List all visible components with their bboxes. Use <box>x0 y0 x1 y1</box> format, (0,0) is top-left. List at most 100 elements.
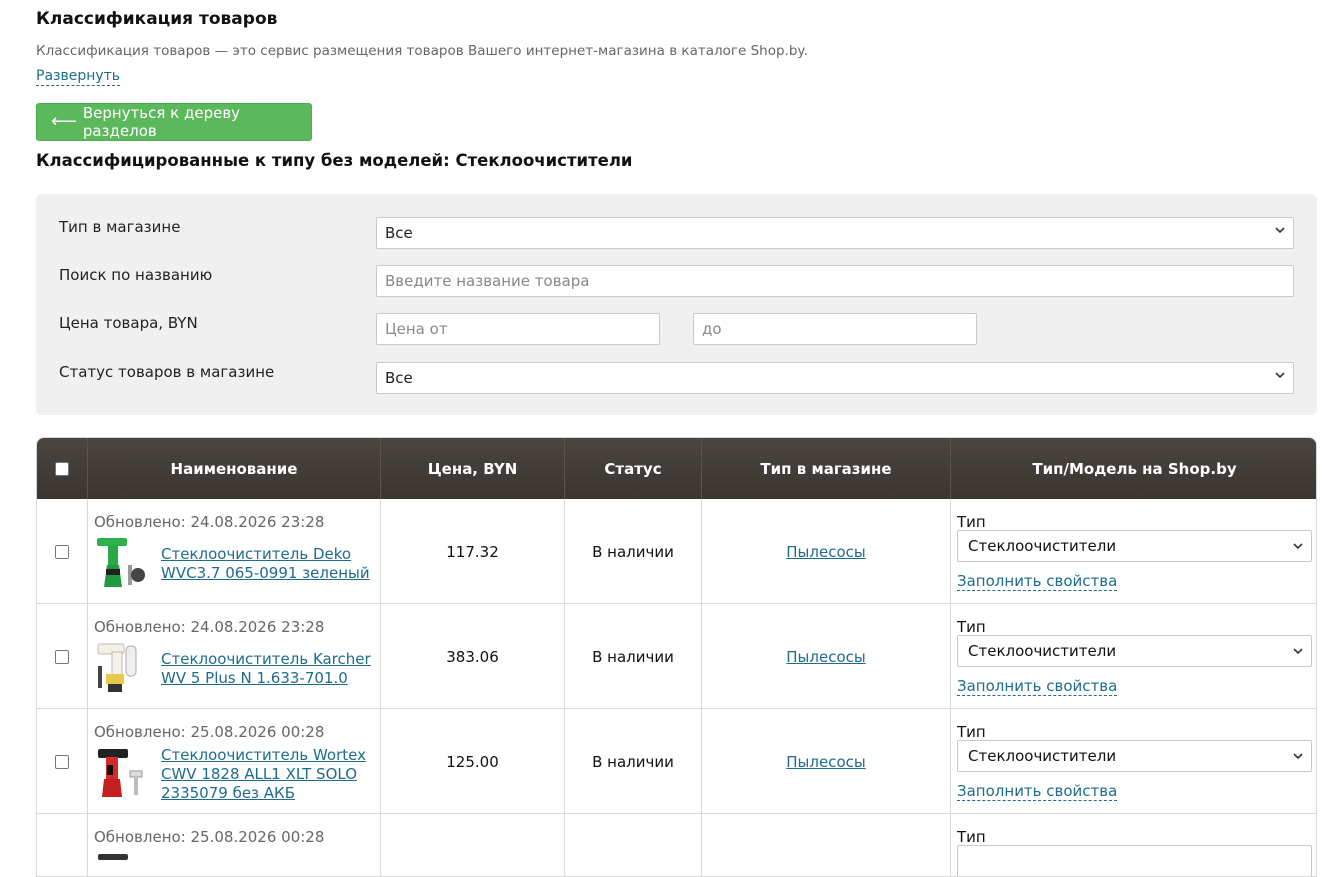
product-status: В наличии <box>592 542 674 561</box>
name-cell: Обновлено: 24.08.2026 23:28 Стеклоочисти… <box>88 499 381 604</box>
shopby-type-cell: Тип Стеклоочистители Заполнить свойства <box>951 604 1316 709</box>
price-from-input[interactable]: Цена от <box>376 313 660 345</box>
select-all-checkbox[interactable] <box>55 461 69 476</box>
product-price: 125.00 <box>446 752 499 771</box>
filter-panel: Тип в магазине Все Поиск по названию Вве… <box>36 194 1317 415</box>
column-header-status[interactable]: Статус <box>565 438 702 499</box>
status-cell <box>565 814 702 876</box>
shop-type-link[interactable]: Пылесосы <box>786 753 865 771</box>
product-name-link[interactable]: Стеклоочиститель Karcher WV 5 Plus N 1.6… <box>161 650 376 688</box>
name-cell: Обновлено: 25.08.2026 00:28 <box>88 814 381 876</box>
products-table: Наименование Цена, BYN Статус Тип в мага… <box>36 437 1317 877</box>
arrow-left-icon: ⟵ <box>51 111 77 132</box>
page-description: Классификация товаров — это сервис разме… <box>36 43 808 59</box>
type-label: Тип <box>957 828 986 846</box>
shop-type-cell: Пылесосы <box>702 604 951 709</box>
price-cell: 383.06 <box>381 604 565 709</box>
fill-properties-link[interactable]: Заполнить свойства <box>957 783 1118 801</box>
shopby-type-select[interactable]: Стеклоочистители <box>957 635 1312 667</box>
table-row: Обновлено: 25.08.2026 00:28 Стеклоочисти… <box>37 709 1316 814</box>
price-cell: 117.32 <box>381 499 565 604</box>
chevron-down-icon <box>1275 227 1285 234</box>
table-row: Обновлено: 24.08.2026 23:28 Стеклоочисти… <box>37 499 1316 604</box>
row-checkbox[interactable] <box>55 649 69 664</box>
table-row: Обновлено: 24.08.2026 23:28 Стеклоочисти… <box>37 604 1316 709</box>
status-filter-label: Статус товаров в магазине <box>59 363 275 381</box>
price-from-placeholder: Цена от <box>385 320 448 338</box>
product-image <box>98 749 143 797</box>
fill-properties-link[interactable]: Заполнить свойства <box>957 573 1118 591</box>
back-to-tree-button[interactable]: ⟵ Вернуться к дереву разделов <box>36 103 312 141</box>
status-filter-value: Все <box>385 369 413 387</box>
updated-date: Обновлено: 24.08.2026 23:28 <box>94 618 325 636</box>
type-filter-value: Все <box>385 224 413 242</box>
row-checkbox[interactable] <box>55 544 69 559</box>
shopby-type-select[interactable]: Стеклоочистители <box>957 740 1312 772</box>
product-name-link[interactable]: Стеклоочиститель Wortex CWV 1828 ALL1 XL… <box>161 746 376 803</box>
table-header: Наименование Цена, BYN Статус Тип в мага… <box>37 438 1316 499</box>
product-image <box>97 538 145 587</box>
product-image <box>98 854 128 860</box>
product-status: В наличии <box>592 647 674 666</box>
type-filter-select[interactable]: Все <box>376 217 1294 249</box>
price-cell: 125.00 <box>381 709 565 814</box>
column-header-price[interactable]: Цена, BYN <box>381 438 565 499</box>
updated-date: Обновлено: 25.08.2026 00:28 <box>94 723 325 741</box>
shop-type-link[interactable]: Пылесосы <box>786 648 865 666</box>
column-header-shop-type[interactable]: Тип в магазине <box>702 438 951 499</box>
shopby-type-cell: Тип Стеклоочистители Заполнить свойства <box>951 499 1316 604</box>
search-input[interactable]: Введите название товара <box>376 265 1294 297</box>
chevron-down-icon <box>1293 753 1303 760</box>
shopby-type-cell: Тип <box>951 814 1316 876</box>
shop-type-link[interactable]: Пылесосы <box>786 543 865 561</box>
chevron-down-icon <box>1293 543 1303 550</box>
product-status: В наличии <box>592 752 674 771</box>
shopby-type-select[interactable] <box>957 845 1312 876</box>
price-cell <box>381 814 565 876</box>
shop-type-cell: Пылесосы <box>702 709 951 814</box>
name-cell: Обновлено: 24.08.2026 23:28 Стеклоочисти… <box>88 604 381 709</box>
type-label: Тип <box>957 618 986 636</box>
product-price: 117.32 <box>446 542 499 561</box>
column-header-shopby-type[interactable]: Тип/Модель на Shop.by <box>951 438 1316 499</box>
shopby-type-value: Стеклоочистители <box>968 747 1117 765</box>
status-cell: В наличии <box>565 604 702 709</box>
type-label: Тип <box>957 723 986 741</box>
status-cell: В наличии <box>565 499 702 604</box>
row-select-cell <box>37 499 88 604</box>
back-to-tree-label: Вернуться к дереву разделов <box>82 104 241 140</box>
expand-link[interactable]: Развернуть <box>36 68 121 86</box>
row-select-cell <box>37 814 88 876</box>
select-all-cell <box>37 438 88 499</box>
search-filter-label: Поиск по названию <box>59 266 213 284</box>
product-image <box>97 643 137 692</box>
shop-type-cell: Пылесосы <box>702 499 951 604</box>
shopby-type-cell: Тип Стеклоочистители Заполнить свойства <box>951 709 1316 814</box>
row-select-cell <box>37 604 88 709</box>
fill-properties-link[interactable]: Заполнить свойства <box>957 678 1118 696</box>
shop-type-cell <box>702 814 951 876</box>
search-input-placeholder: Введите название товара <box>385 272 590 290</box>
status-cell: В наличии <box>565 709 702 814</box>
row-checkbox[interactable] <box>55 754 69 769</box>
shopby-type-value: Стеклоочистители <box>968 537 1117 555</box>
chevron-down-icon <box>1293 648 1303 655</box>
shopby-type-value: Стеклоочистители <box>968 642 1117 660</box>
table-row: Обновлено: 25.08.2026 00:28 Тип <box>37 814 1316 876</box>
price-to-placeholder: до <box>702 320 722 338</box>
updated-date: Обновлено: 25.08.2026 00:28 <box>94 828 325 846</box>
chevron-down-icon <box>1275 372 1285 379</box>
product-price: 383.06 <box>446 647 499 666</box>
product-name-link[interactable]: Стеклоочиститель Deko WVC3.7 065-0991 зе… <box>161 545 376 583</box>
price-to-input[interactable]: до <box>693 313 977 345</box>
column-header-name[interactable]: Наименование <box>88 438 381 499</box>
name-cell: Обновлено: 25.08.2026 00:28 Стеклоочисти… <box>88 709 381 814</box>
type-filter-label: Тип в магазине <box>59 218 181 236</box>
section-subtitle: Классифицированные к типу без моделей: С… <box>36 151 633 170</box>
page: Классификация товаров Классификация това… <box>0 0 1326 877</box>
type-label: Тип <box>957 513 986 531</box>
shopby-type-select[interactable]: Стеклоочистители <box>957 530 1312 562</box>
updated-date: Обновлено: 24.08.2026 23:28 <box>94 513 325 531</box>
page-title: Классификация товаров <box>36 9 278 29</box>
status-filter-select[interactable]: Все <box>376 362 1294 394</box>
